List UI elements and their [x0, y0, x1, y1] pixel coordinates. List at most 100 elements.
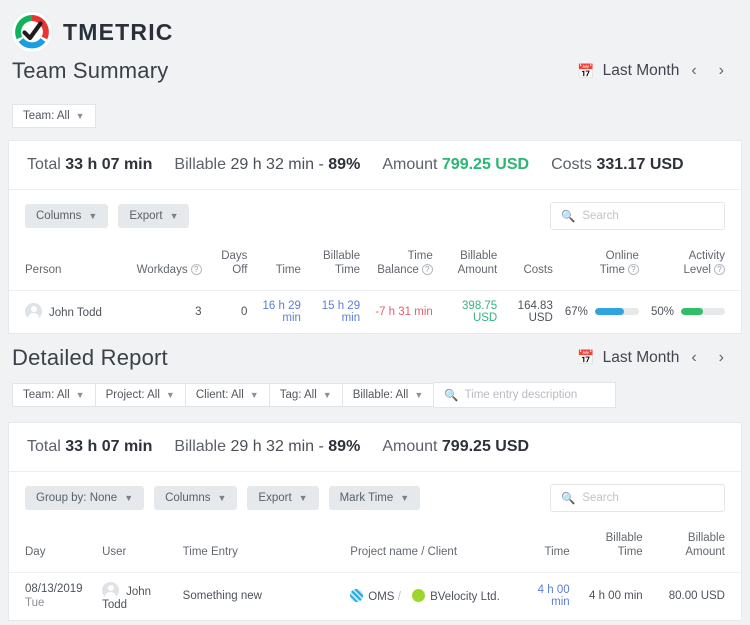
cell-time-balance: -7 h 31 min: [366, 289, 439, 333]
avatar: [25, 303, 42, 321]
daterange-prev-button[interactable]: ‹: [687, 349, 700, 366]
col-time-entry[interactable]: Time Entry: [177, 524, 345, 572]
amount-label: Amount: [382, 437, 438, 455]
col-billable-amount[interactable]: Billable Amount: [439, 242, 503, 290]
entry-date: 08/13/2019: [25, 582, 83, 595]
chevron-down-icon: ▼: [249, 389, 259, 400]
col-billable-time[interactable]: Billable Time: [307, 242, 366, 290]
table-row[interactable]: 08/13/2019 Tue John Todd Something new O…: [9, 571, 741, 621]
chevron-down-icon: ▼: [400, 492, 410, 503]
total-stat: Total 33 h 07 min: [27, 156, 152, 174]
team-summary-daterange[interactable]: 📅 Last Month ‹ ›: [577, 62, 728, 80]
app-header: TMETRIC: [0, 0, 750, 52]
col-billable-time[interactable]: Billable Time: [576, 524, 649, 572]
detailed-report-table: Day User Time Entry Project name / Clien…: [9, 524, 741, 621]
export-button-label: Export: [258, 491, 292, 504]
team-summary-table: Person Workdays? Days Off Time Billable: [9, 242, 741, 333]
amount-value: 799.25 USD: [441, 437, 530, 455]
search-placeholder: Search: [582, 491, 619, 504]
team-summary-toolbar: Columns ▼ Export ▼ 🔍 Search: [9, 190, 741, 242]
filter-project-label: Project: All: [105, 388, 160, 401]
col-billable-amount[interactable]: Billable Amount: [649, 524, 741, 572]
search-icon: 🔍: [561, 211, 576, 223]
filter-tag[interactable]: Tag: All ▼: [269, 382, 343, 407]
detailed-report-daterange[interactable]: 📅 Last Month ‹ ›: [577, 349, 728, 367]
help-icon[interactable]: ?: [190, 264, 202, 276]
cell-time[interactable]: 4 h 00 min: [519, 571, 576, 621]
costs-value: 331.17 USD: [596, 156, 684, 173]
filter-client[interactable]: Client: All ▼: [185, 382, 270, 407]
export-button-label: Export: [129, 210, 163, 222]
help-icon[interactable]: ?: [627, 264, 639, 276]
columns-button-label: Columns: [165, 491, 211, 504]
col-time[interactable]: Time: [520, 524, 576, 572]
daterange-next-button[interactable]: ›: [709, 63, 728, 79]
help-icon[interactable]: ?: [714, 264, 725, 276]
daterange-label: Last Month: [602, 348, 680, 366]
daterange-next-button[interactable]: ›: [709, 349, 728, 366]
col-workdays[interactable]: Workdays?: [123, 242, 207, 290]
table-head: Person Workdays? Days Off Time Billable: [9, 242, 741, 290]
filter-project[interactable]: Project: All ▼: [95, 382, 186, 407]
export-button[interactable]: Export ▼: [247, 485, 319, 510]
group-by-button[interactable]: Group by: None ▼: [25, 485, 145, 510]
col-online-time[interactable]: Online Time?: [559, 242, 645, 290]
export-button[interactable]: Export ▼: [118, 204, 190, 228]
col-time[interactable]: Time: [253, 242, 306, 290]
amount-label: Amount: [382, 156, 438, 173]
chevron-down-icon: ▼: [88, 211, 98, 221]
mark-time-button[interactable]: Mark Time ▼: [328, 485, 421, 510]
team-summary-totals: Total 33 h 07 min Billable 29 h 32 min -…: [9, 141, 741, 189]
team-summary-search[interactable]: 🔍 Search: [550, 202, 725, 230]
total-label: Total: [27, 156, 61, 173]
help-icon[interactable]: ?: [421, 264, 433, 276]
project-name[interactable]: OMS: [368, 591, 394, 603]
filter-tag-label: Tag: All: [279, 388, 317, 401]
chevron-down-icon: ▼: [298, 492, 308, 503]
client-color-icon: [412, 589, 426, 603]
cell-activity-level: 50%: [644, 289, 741, 333]
table-body: 08/13/2019 Tue John Todd Something new O…: [9, 571, 741, 621]
billable-stat: Billable 29 h 32 min - 89%: [174, 438, 360, 456]
filter-team[interactable]: Team: All ▼: [12, 382, 96, 407]
filter-team-label: Team: All: [23, 388, 70, 401]
chevron-down-icon: ▼: [322, 389, 332, 400]
col-person[interactable]: Person: [9, 242, 123, 290]
cell-time-entry[interactable]: Something new: [176, 571, 345, 621]
cell-project-client: OMS / BVelocity Ltd.: [344, 571, 520, 621]
separator: /: [397, 591, 401, 604]
columns-button[interactable]: Columns ▼: [154, 485, 238, 510]
cell-time[interactable]: 16 h 29 min: [253, 289, 307, 333]
detailed-report-search[interactable]: 🔍 Search: [550, 483, 725, 512]
columns-button[interactable]: Columns ▼: [25, 204, 109, 228]
col-days-off[interactable]: Days Off: [208, 242, 254, 290]
col-user[interactable]: User: [96, 524, 177, 572]
total-label: Total: [27, 437, 61, 455]
client-name[interactable]: BVelocity Ltd.: [430, 591, 500, 603]
chevron-down-icon: ▼: [124, 492, 134, 503]
cell-billable-amount: 80.00 USD: [648, 571, 741, 621]
col-day[interactable]: Day: [9, 524, 96, 572]
billable-label: Billable: [174, 437, 226, 455]
col-time-balance[interactable]: Time Balance?: [366, 242, 439, 290]
cell-day: 08/13/2019 Tue: [9, 571, 97, 621]
chevron-down-icon: ▼: [169, 211, 179, 221]
col-activity-level[interactable]: Activity Level?: [645, 242, 741, 290]
time-entry-search-input[interactable]: 🔍 Time entry description: [434, 381, 617, 408]
entry-weekday: Tue: [25, 597, 45, 610]
detailed-report-title: Detailed Report: [12, 344, 168, 370]
table-row[interactable]: John Todd 3 0 16 h 29 min 15 h 29 min -7…: [9, 289, 741, 333]
project-icon: [350, 589, 364, 603]
time-entry-search-placeholder: Time entry description: [464, 388, 578, 401]
total-value: 33 h 07 min: [65, 156, 153, 173]
filter-team[interactable]: Team: All ▼: [12, 104, 96, 128]
col-project-client[interactable]: Project name / Client: [344, 524, 520, 572]
cell-billable-time[interactable]: 15 h 29 min: [306, 289, 367, 333]
cell-user: John Todd: [96, 571, 177, 621]
costs-stat: Costs 331.17 USD: [551, 156, 684, 174]
filter-client-label: Client: All: [195, 388, 244, 401]
daterange-prev-button[interactable]: ‹: [687, 63, 700, 79]
mark-time-button-label: Mark Time: [339, 491, 394, 504]
filter-billable[interactable]: Billable: All ▼: [342, 382, 435, 407]
col-costs[interactable]: Costs: [503, 242, 559, 290]
